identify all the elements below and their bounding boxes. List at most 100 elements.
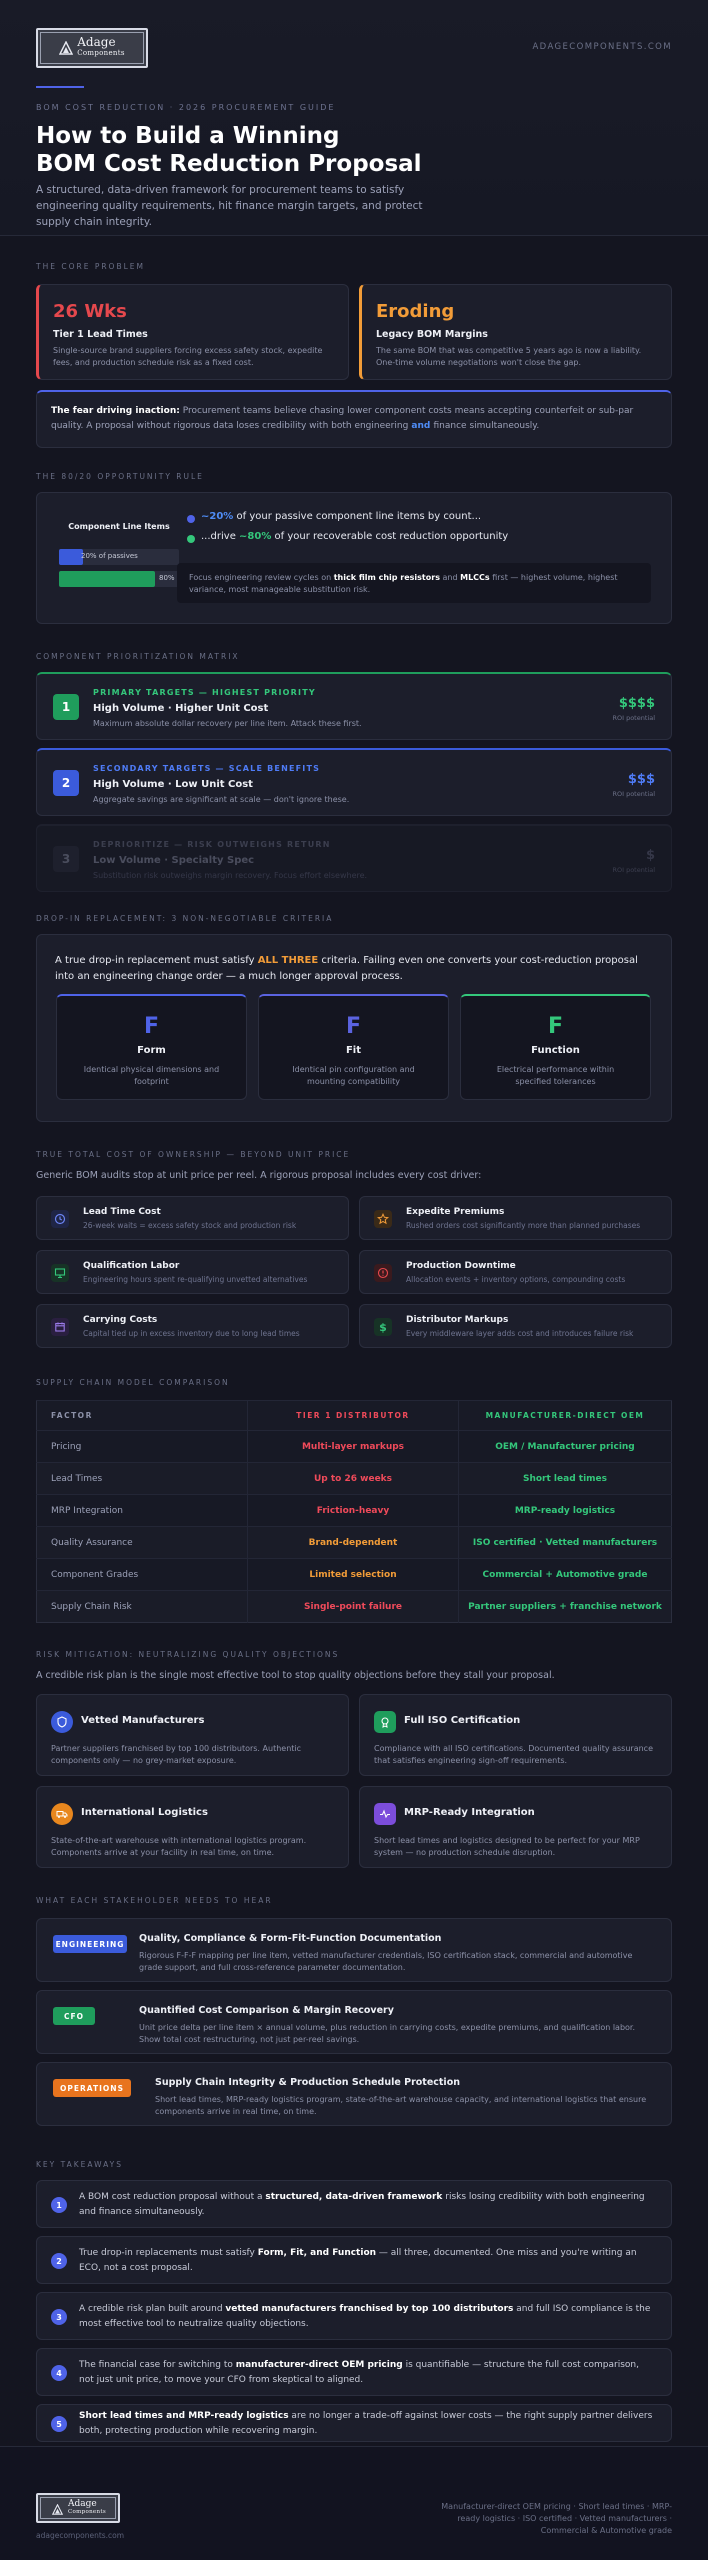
stakeholder-desc: Short lead times, MRP-ready logistics pr… (155, 2095, 647, 2116)
cell-factor: Quality Assurance (36, 1526, 248, 1559)
logo-mark-icon (59, 41, 74, 55)
tier-card-1: 1 PRIMARY TARGETS — HIGHEST PRIORITY Hig… (36, 672, 672, 740)
dollar-icon: $ (374, 1318, 392, 1336)
takeaway-number: 1 (51, 2197, 67, 2213)
tier-kicker: DEPRIORITIZE — RISK OUTWEIGHS RETURN (93, 840, 331, 849)
site-link[interactable]: ADAGECOMPONENTS.COM (532, 42, 672, 52)
risk-title: Vetted Manufacturers (81, 1715, 205, 1726)
pareto-chart-title: Component Line Items (68, 522, 170, 531)
inaction-and: and (408, 421, 434, 431)
stakeholder-badge: ENGINEERING (53, 1935, 127, 1953)
problem-title: Legacy BOM Margins (376, 329, 488, 340)
pareto-bar-80-label: 80% (159, 574, 175, 582)
table-row: Lead Times Up to 26 weeks Short lead times (36, 1462, 672, 1495)
cost-desc: Allocation events + inventory options, c… (406, 1275, 626, 1284)
tco-intro: Generic BOM audits stop at unit price pe… (36, 1170, 482, 1181)
section-pareto: THE 80/20 OPPORTUNITY RULE (36, 472, 204, 481)
takeaway-number: 4 (51, 2365, 67, 2381)
problem-title: Tier 1 Lead Times (53, 329, 148, 340)
stakeholder-badge: CFO (53, 2007, 95, 2025)
stakeholder-title: Supply Chain Integrity & Production Sche… (155, 2077, 460, 2088)
tier-desc: Substitution risk outweighs margin recov… (93, 871, 368, 880)
stakeholder-card-cfo: CFO Quantified Cost Comparison & Margin … (36, 1990, 672, 2054)
fff-letter: F (547, 1014, 564, 1039)
takeaway-card-1: 1 A BOM cost reduction proposal without … (36, 2180, 672, 2228)
inaction-end: finance simultaneously. (433, 421, 540, 431)
pareto-line2-text: of your recoverable cost reduction oppor… (271, 531, 509, 542)
cost-desc: Capital tied up in excess inventory due … (83, 1329, 300, 1338)
stakeholder-desc: Unit price delta per line item × annual … (139, 2023, 636, 2044)
risk-desc: Compliance with all ISO certifications. … (374, 1744, 653, 1765)
footer-tags: Manufacturer-direct OEM pricing · Short … (441, 2502, 672, 2535)
cost-title: Carrying Costs (83, 1315, 158, 1325)
blue-dot-icon (187, 515, 195, 523)
risk-intro: A credible risk plan is the single most … (36, 1670, 555, 1681)
inaction-callout: The fear driving inaction: Procurement t… (36, 390, 672, 448)
cell-tier1: Single-point failure (247, 1590, 459, 1623)
fff-letter: F (345, 1014, 362, 1039)
cell-oem: Short lead times (458, 1462, 672, 1495)
footer-logo-sub: Components (68, 2509, 106, 2515)
cell-factor: Lead Times (36, 1462, 248, 1495)
fff-form-card: F Form Identical physical dimensions and… (56, 994, 247, 1100)
shield-icon (51, 1711, 73, 1733)
tier-title: High Volume · Higher Unit Cost (93, 703, 269, 714)
tier-roi-caption: ROI potential (612, 866, 655, 874)
section-fff: DROP-IN REPLACEMENT: 3 NON-NEGOTIABLE CR… (36, 914, 334, 923)
logo-mark-icon (50, 2501, 64, 2515)
tier-title: Low Volume · Specialty Spec (93, 855, 255, 866)
cost-card-expedite: Expedite Premiums Rushed orders cost sig… (359, 1196, 672, 1240)
pareto-note: Focus engineering review cycles on thick… (177, 563, 651, 603)
section-risk: RISK MITIGATION: NEUTRALIZING QUALITY OB… (36, 1650, 340, 1659)
fff-name: Function (531, 1045, 580, 1056)
cost-card-qualification: Qualification Labor Engineering hours sp… (36, 1250, 349, 1294)
logo-name: Adage (77, 35, 116, 49)
accent-bar (36, 86, 84, 88)
stakeholder-card-engineering: ENGINEERING Quality, Compliance & Form-F… (36, 1918, 672, 1982)
cell-oem: ISO certified · Vetted manufacturers (458, 1526, 672, 1559)
cost-card-markups: $ Distributor Markups Every middleware l… (359, 1304, 672, 1348)
page-title-line1: How to Build a Winning (36, 123, 340, 149)
cost-card-downtime: Production Downtime Allocation events + … (359, 1250, 672, 1294)
logo[interactable]: Adage Components (36, 28, 148, 68)
risk-title: MRP-Ready Integration (404, 1807, 535, 1818)
cell-tier1: Brand-dependent (247, 1526, 459, 1559)
section-matrix: COMPONENT PRIORITIZATION MATRIX (36, 652, 240, 661)
fff-desc: Identical pin configuration and mounting… (292, 1065, 415, 1086)
takeaway-text: The financial case for switching to manu… (79, 2360, 639, 2385)
section-takeaways: KEY TAKEAWAYS (36, 2160, 124, 2169)
cell-oem: MRP-ready logistics (458, 1494, 672, 1527)
problem-card-lead-times: 26 Wks Tier 1 Lead Times Single-source b… (36, 284, 349, 380)
footer-site-link[interactable]: adagecomponents.com (36, 2531, 124, 2540)
problem-desc: Single-source brand suppliers forcing ex… (53, 346, 323, 367)
cell-factor: MRP Integration (36, 1494, 248, 1527)
fff-function-card: F Function Electrical performance within… (460, 994, 651, 1100)
takeaway-card-2: 2 True drop-in replacements must satisfy… (36, 2236, 672, 2284)
page-title: How to Build a Winning BOM Cost Reductio… (36, 122, 596, 178)
comparison-table: FACTOR TIER 1 DISTRIBUTOR MANUFACTURER-D… (36, 1400, 672, 1623)
cell-factor: Pricing (36, 1430, 248, 1463)
cell-tier1: Up to 26 weeks (247, 1462, 459, 1495)
fff-letter: F (143, 1014, 160, 1039)
clock-icon (51, 1210, 69, 1228)
fff-name: Fit (345, 1045, 362, 1056)
cost-desc: Every middleware layer adds cost and int… (406, 1329, 634, 1338)
table-header-row: FACTOR TIER 1 DISTRIBUTOR MANUFACTURER-D… (36, 1400, 672, 1431)
section-tco: TRUE TOTAL COST OF OWNERSHIP — BEYOND UN… (36, 1150, 351, 1159)
fff-name: Form (137, 1045, 166, 1056)
risk-title: Full ISO Certification (404, 1715, 521, 1726)
tier-number: 1 (53, 694, 79, 720)
takeaway-text: A credible risk plan built around vetted… (79, 2304, 651, 2329)
cost-desc: Rushed orders cost significantly more th… (406, 1221, 641, 1230)
tier-roi-caption: ROI potential (612, 714, 655, 722)
cell-oem: Commercial + Automotive grade (458, 1558, 672, 1591)
footer-logo[interactable]: Adage Components (36, 2493, 120, 2523)
fff-desc: Electrical performance within specified … (496, 1065, 615, 1086)
certificate-icon (374, 1711, 396, 1733)
risk-card-logistics: International Logistics State-of-the-art… (36, 1786, 349, 1868)
cost-title: Expedite Premiums (406, 1207, 505, 1217)
pareto-bar-80 (59, 571, 155, 587)
risk-card-iso: Full ISO Certification Compliance with a… (359, 1694, 672, 1776)
problem-card-margins: Eroding Legacy BOM Margins The same BOM … (359, 284, 672, 380)
fff-fit-card: F Fit Identical pin configuration and mo… (258, 994, 449, 1100)
